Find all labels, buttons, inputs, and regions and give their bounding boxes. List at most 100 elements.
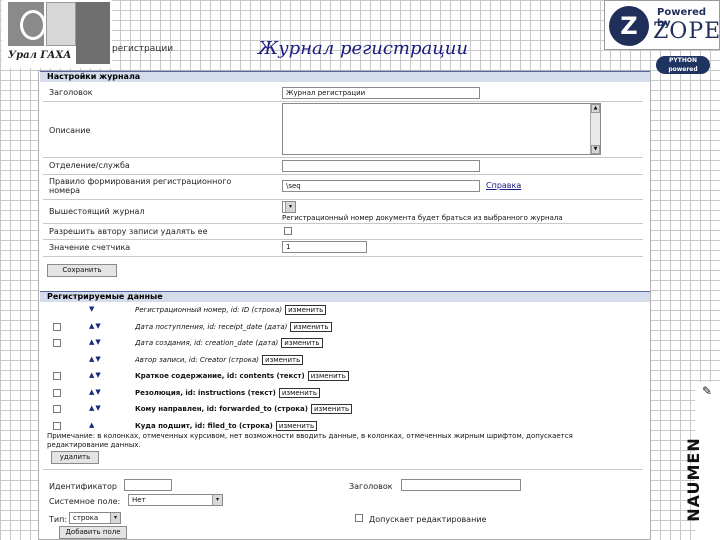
delete-button[interactable]: удалить	[51, 451, 99, 464]
allow-delete-checkbox[interactable]	[284, 227, 292, 235]
parent-journal-label: Вышестоящий журнал	[49, 207, 145, 216]
dropdown-arrow-icon: ▾	[285, 202, 295, 212]
field-row-change-link[interactable]: изменить	[281, 338, 323, 348]
title-label: Заголовок	[49, 88, 93, 97]
logo-block-dark	[8, 2, 46, 46]
logo-text: Урал ГАХА	[8, 50, 72, 61]
window-caption: регистрации	[112, 44, 174, 54]
divider	[43, 157, 643, 158]
system-field-select[interactable]: Нет ▾	[128, 494, 223, 506]
field-row: Дата создания, id: creation_date (дата) и…	[135, 338, 323, 348]
field-row: Резолюция, id: instructions (текст) измен…	[135, 388, 321, 398]
field-row-move-arrows-icon[interactable]: ▲▼	[89, 371, 102, 379]
editable-label: Допускает редактирование	[369, 515, 487, 524]
journal-form-panel: Настройки журнала Заголовок Журнал регис…	[38, 70, 651, 540]
field-row-checkbox[interactable]	[53, 372, 61, 380]
field-row-text: Кому направлен, id: forwarded_to (строка…	[135, 405, 308, 413]
divider	[43, 174, 643, 175]
counter-input[interactable]: 1	[282, 241, 367, 253]
add-field-button[interactable]: Добавить поле	[59, 526, 127, 539]
field-row-text: Автор записи, id: Creator (строка)	[135, 356, 260, 364]
fields-note-line2: редактирование данных.	[47, 441, 141, 449]
field-row-change-link[interactable]: изменить	[262, 355, 304, 365]
scroll-up-icon[interactable]: ▲	[591, 104, 600, 113]
allow-delete-label: Разрешить автору записи удалять ее	[49, 227, 208, 236]
description-label: Описание	[49, 126, 91, 135]
field-row-change-link[interactable]: изменить	[307, 371, 349, 381]
divider	[43, 239, 643, 240]
type-select[interactable]: строка ▾	[69, 512, 121, 524]
type-label: Тип:	[49, 515, 68, 524]
field-row: Дата поступления, id: receipt_date (дата…	[135, 322, 332, 332]
field-row-change-link[interactable]: изменить	[285, 305, 327, 315]
python-badge: PYTHON powered	[656, 56, 710, 74]
parent-journal-select[interactable]: ▾	[282, 201, 296, 213]
type-value: строка	[73, 514, 99, 522]
field-row-change-link[interactable]: изменить	[310, 404, 353, 414]
department-input[interactable]	[282, 160, 480, 172]
counter-label: Значение счетчика	[49, 243, 131, 252]
department-label: Отделение/служба	[49, 161, 130, 170]
divider	[43, 101, 643, 102]
field-row-checkbox[interactable]	[53, 339, 61, 347]
logo-block-tower	[76, 2, 110, 64]
field-row-text: Дата поступления, id: receipt_date (дата…	[135, 323, 288, 331]
add-id-input[interactable]	[124, 479, 172, 491]
page-title: Журнал регистрации	[258, 38, 468, 59]
field-row-checkbox[interactable]	[53, 389, 61, 397]
naumen-icon: ✎	[701, 384, 713, 398]
field-row: Регистрационный номер, id: ID (строка) из…	[135, 305, 327, 315]
field-row-move-arrows-icon[interactable]: ▲▼	[89, 355, 102, 363]
add-id-label: Идентификатор	[49, 482, 117, 491]
field-row-checkbox[interactable]	[53, 422, 61, 430]
editable-checkbox[interactable]	[355, 514, 363, 522]
rule-label-line2: номера	[49, 186, 81, 195]
divider	[43, 469, 643, 470]
description-textarea[interactable]: ▲ ▼	[282, 103, 601, 155]
field-row-move-arrows-icon[interactable]: ▲▼	[89, 322, 102, 330]
divider	[43, 223, 643, 224]
field-row: Автор записи, id: Creator (строка) измени…	[135, 355, 304, 365]
field-row: Кому направлен, id: forwarded_to (строка…	[135, 404, 353, 414]
description-scrollbar[interactable]: ▲ ▼	[590, 104, 600, 154]
add-heading-label: Заголовок	[349, 482, 393, 491]
field-row-text: Куда подшит, id: filed_to (строка)	[135, 422, 273, 430]
python-line1: PYTHON	[669, 57, 697, 64]
zope-name-text: ZOPE	[653, 19, 720, 44]
system-field-label: Системное поле:	[49, 497, 121, 506]
field-row-move-arrows-icon[interactable]: ▲▼	[89, 388, 102, 396]
naumen-logo: ✎ NAUMEN	[684, 382, 720, 540]
field-row-change-link[interactable]: изменить	[290, 322, 332, 332]
field-row-change-link[interactable]: изменить	[278, 388, 321, 398]
academy-logo: Урал ГАХА	[2, 0, 112, 68]
save-button[interactable]: Сохранить	[47, 264, 117, 277]
field-row-change-link[interactable]: изменить	[275, 421, 318, 431]
add-heading-input[interactable]	[401, 479, 521, 491]
field-row-move-arrows-icon[interactable]: ▼	[89, 305, 95, 313]
fields-note-line1: Примечание: в колонках, отмеченных курси…	[47, 432, 573, 440]
title-input[interactable]: Журнал регистрации	[282, 87, 480, 99]
scroll-down-icon[interactable]: ▼	[591, 145, 600, 154]
logo-block-light	[46, 2, 76, 46]
dropdown-arrow-icon: ▾	[212, 495, 222, 505]
system-field-value: Нет	[132, 496, 146, 504]
field-row-text: Резолюция, id: instructions (текст)	[135, 389, 276, 397]
logo-ring-icon	[20, 10, 46, 40]
settings-section-header: Настройки журнала	[40, 71, 650, 82]
rule-help-link[interactable]: Справка	[486, 181, 521, 190]
python-line2: powered	[668, 66, 698, 73]
zope-z-icon: Z	[609, 6, 649, 46]
dropdown-arrow-icon: ▾	[110, 513, 120, 523]
field-row-move-arrows-icon[interactable]: ▲	[89, 421, 95, 429]
field-row-move-arrows-icon[interactable]: ▲▼	[89, 338, 102, 346]
parent-journal-note: Регистрационный номер документа будет бр…	[282, 214, 563, 222]
field-row: Куда подшит, id: filed_to (строка) измени…	[135, 421, 318, 431]
field-row-text: Дата создания, id: creation_date (дата)	[135, 339, 279, 347]
field-row-checkbox[interactable]	[53, 323, 61, 331]
field-row-move-arrows-icon[interactable]: ▲▼	[89, 404, 102, 412]
rule-input[interactable]: \seq	[282, 180, 480, 192]
naumen-text: NAUMEN	[683, 437, 703, 522]
rule-label-line1: Правило формирования регистрационного	[49, 177, 232, 186]
field-row-checkbox[interactable]	[53, 405, 61, 413]
field-row-text: Краткое содержание, id: contents (текст)	[135, 372, 305, 380]
